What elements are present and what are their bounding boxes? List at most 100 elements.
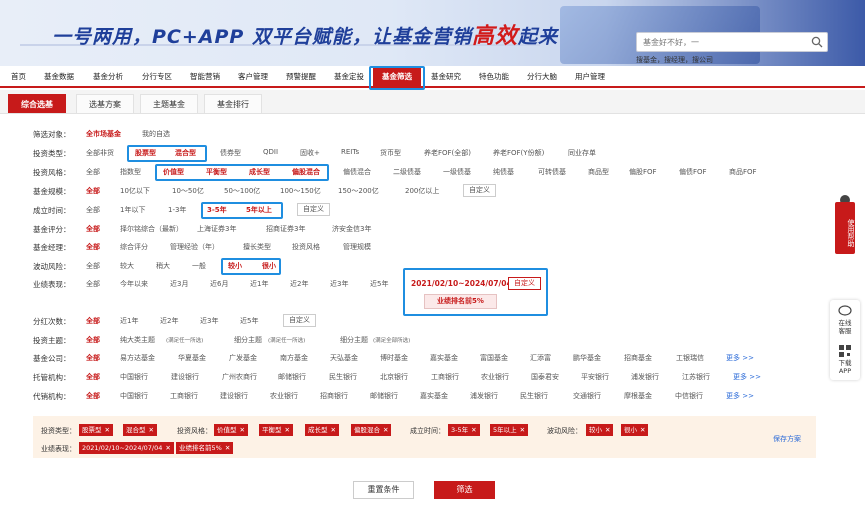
option[interactable]: 鹏华基金 xyxy=(573,353,601,363)
option[interactable]: 全部 xyxy=(86,205,100,215)
option[interactable]: 货币型 xyxy=(380,148,401,158)
save-plan-link[interactable]: 保存方案 xyxy=(773,434,801,444)
option[interactable]: 全部 xyxy=(86,316,100,326)
nav-branch-brain[interactable]: 分行大脑 xyxy=(527,71,557,82)
option[interactable]: 商品FOF xyxy=(729,167,757,177)
selected-tag[interactable]: 5年以上 ✕ xyxy=(490,424,529,436)
option[interactable]: 管理经验（年） xyxy=(170,242,219,252)
search-hotwords[interactable]: 搜基金，搜经理，搜公司 xyxy=(636,55,713,65)
help-button[interactable]: 使用帮助 xyxy=(835,202,855,254)
custom-scale-button[interactable]: 自定义 xyxy=(463,184,496,197)
option[interactable]: 建设银行 xyxy=(171,372,199,382)
chat-icon[interactable] xyxy=(838,305,852,317)
option[interactable]: QDII xyxy=(263,148,278,156)
selected-tag[interactable]: 2021/02/10~2024/07/04 ✕ xyxy=(79,442,174,454)
option[interactable]: 一级债基 xyxy=(443,167,471,177)
option[interactable]: 中信银行 xyxy=(675,391,703,401)
nav-features[interactable]: 特色功能 xyxy=(479,71,509,82)
option[interactable]: 近3年 xyxy=(330,279,348,289)
option[interactable]: 嘉实基金 xyxy=(430,353,458,363)
option[interactable]: 全部 xyxy=(86,242,100,252)
nav-fund-data[interactable]: 基金数据 xyxy=(44,71,74,82)
option[interactable]: 指数型 xyxy=(120,167,141,177)
option[interactable]: 农业银行 xyxy=(481,372,509,382)
selected-tag[interactable]: 很小 ✕ xyxy=(621,424,649,436)
option[interactable]: 一般 xyxy=(192,261,206,271)
selected-tag[interactable]: 股票型 ✕ xyxy=(79,424,113,436)
custodian-more-link[interactable]: 更多 >> xyxy=(733,372,761,382)
option[interactable]: 近2年 xyxy=(160,316,178,326)
option[interactable]: 招商基金 xyxy=(624,353,652,363)
selected-tag[interactable]: 业绩排名前5% ✕ xyxy=(176,442,234,454)
submit-button[interactable]: 筛选 xyxy=(434,481,495,499)
option[interactable]: 国泰君安 xyxy=(531,372,559,382)
selected-tag[interactable]: 偏股混合 ✕ xyxy=(351,424,392,436)
option[interactable]: 广州农商行 xyxy=(222,372,257,382)
option[interactable]: 纯大类主题 xyxy=(120,335,155,345)
option[interactable]: 工商银行 xyxy=(170,391,198,401)
option[interactable]: 工商银行 xyxy=(431,372,459,382)
option[interactable]: 全部 xyxy=(86,186,100,196)
option[interactable]: 交通银行 xyxy=(573,391,601,401)
option[interactable]: REITs xyxy=(341,148,359,156)
option[interactable]: 邮储银行 xyxy=(278,372,306,382)
option[interactable]: 中国银行 xyxy=(120,372,148,382)
option[interactable]: 富国基金 xyxy=(480,353,508,363)
nav-alert[interactable]: 预警提醒 xyxy=(286,71,316,82)
option[interactable]: 浦发银行 xyxy=(470,391,498,401)
option[interactable]: 我的自选 xyxy=(142,129,170,139)
option[interactable]: 全部 xyxy=(86,261,100,271)
option[interactable]: 近1年 xyxy=(120,316,138,326)
option[interactable]: 投资风格 xyxy=(292,242,320,252)
option[interactable]: 细分主题 xyxy=(234,335,262,345)
nav-branch[interactable]: 分行专区 xyxy=(142,71,172,82)
option[interactable]: 近6月 xyxy=(210,279,228,289)
option[interactable]: 济安金信3年 xyxy=(332,224,371,234)
option[interactable]: 平安银行 xyxy=(581,372,609,382)
option[interactable]: 汇添富 xyxy=(530,353,551,363)
option[interactable]: 华夏基金 xyxy=(178,353,206,363)
option[interactable]: 全部非货 xyxy=(86,148,114,158)
nav-home[interactable]: 首页 xyxy=(11,71,26,82)
option[interactable]: 全部 xyxy=(86,391,100,401)
option[interactable]: 近2年 xyxy=(290,279,308,289)
option[interactable]: 管理规模 xyxy=(343,242,371,252)
nav-smart-marketing[interactable]: 智能营销 xyxy=(190,71,220,82)
selected-tag[interactable]: 成长型 ✕ xyxy=(305,424,339,436)
option[interactable]: 偏股FOF xyxy=(629,167,657,177)
selected-tag[interactable]: 价值型 ✕ xyxy=(214,424,248,436)
option[interactable]: 农业银行 xyxy=(270,391,298,401)
option[interactable]: 江苏银行 xyxy=(682,372,710,382)
option[interactable]: 1-3年 xyxy=(168,205,186,215)
option[interactable]: 偏债FOF xyxy=(679,167,707,177)
selected-tag[interactable]: 混合型 ✕ xyxy=(123,424,157,436)
option[interactable]: 全部 xyxy=(86,224,100,234)
option[interactable]: 200亿以上 xyxy=(405,186,439,196)
option[interactable]: 天弘基金 xyxy=(330,353,358,363)
download-label[interactable]: 下载 APP xyxy=(830,359,860,375)
nav-sip[interactable]: 基金定投 xyxy=(334,71,364,82)
selected-tag[interactable]: 3-5年 ✕ xyxy=(448,424,480,436)
option[interactable]: 纯债基 xyxy=(493,167,514,177)
qrcode-icon[interactable] xyxy=(839,345,851,357)
option[interactable]: 10亿以下 xyxy=(120,186,150,196)
option[interactable]: 较大 xyxy=(120,261,134,271)
option[interactable]: 债券型 xyxy=(220,148,241,158)
company-more-link[interactable]: 更多 >> xyxy=(726,353,754,363)
option[interactable]: 养老FOF(全部) xyxy=(424,148,471,158)
option[interactable]: 商品型 xyxy=(588,167,609,177)
option[interactable]: 中国银行 xyxy=(120,391,148,401)
option[interactable]: 固收+ xyxy=(300,148,320,158)
option[interactable]: 民生银行 xyxy=(520,391,548,401)
option[interactable]: 100～150亿 xyxy=(280,186,321,196)
reset-button[interactable]: 重置条件 xyxy=(353,481,414,499)
option[interactable]: 近5年 xyxy=(240,316,258,326)
custom-time-button[interactable]: 自定义 xyxy=(297,203,330,216)
option[interactable]: 全部 xyxy=(86,335,100,345)
option[interactable]: 招商银行 xyxy=(320,391,348,401)
option[interactable]: 1年以下 xyxy=(120,205,145,215)
option[interactable]: 工银瑞信 xyxy=(676,353,704,363)
tab-ranking[interactable]: 基金排行 xyxy=(204,94,262,113)
option[interactable]: 北京银行 xyxy=(380,372,408,382)
nav-fund-analysis[interactable]: 基金分析 xyxy=(93,71,123,82)
